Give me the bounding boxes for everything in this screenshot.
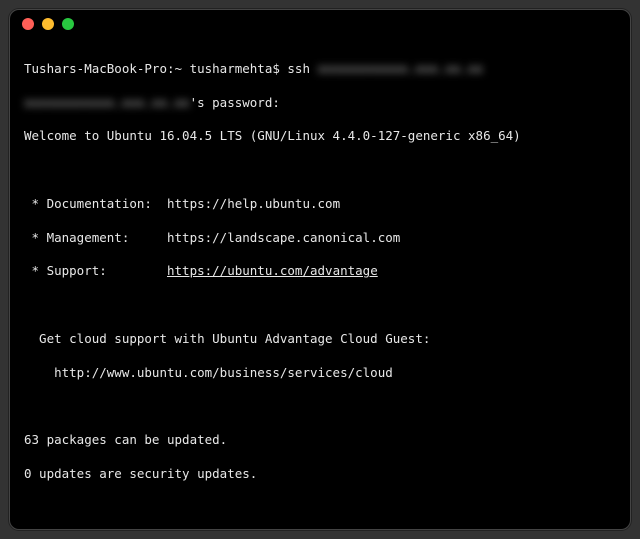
doc-url: https://help.ubuntu.com (167, 196, 340, 211)
cloud-line-2: http://www.ubuntu.com/business/services/… (24, 365, 616, 382)
support-label: * Support: (24, 263, 167, 278)
doc-label: * Documentation: (24, 196, 167, 211)
cloud-line-1: Get cloud support with Ubuntu Advantage … (24, 331, 616, 348)
password-suffix: 's password: (190, 95, 280, 110)
packages-line-2: 0 updates are security updates. (24, 466, 616, 483)
terminal-window: Tushars-MacBook-Pro:~ tusharmehta$ ssh x… (9, 9, 631, 530)
password-host-redacted: xxxxxxxxxxxx.xxx.xx.xx (24, 95, 190, 110)
ssh-command: ssh (287, 61, 317, 76)
welcome-line: Welcome to Ubuntu 16.04.5 LTS (GNU/Linux… (24, 128, 616, 145)
zoom-icon[interactable] (62, 18, 74, 30)
close-icon[interactable] (22, 18, 34, 30)
window-titlebar (10, 10, 630, 38)
packages-line-1: 63 packages can be updated. (24, 432, 616, 449)
ssh-target-redacted: xxxxxxxxxxxx.xxx.xx.xx (318, 61, 484, 76)
mgmt-url: https://landscape.canonical.com (167, 230, 400, 245)
minimize-icon[interactable] (42, 18, 54, 30)
local-prompt: Tushars-MacBook-Pro:~ tusharmehta$ (24, 61, 287, 76)
mgmt-label: * Management: (24, 230, 167, 245)
support-url[interactable]: https://ubuntu.com/advantage (167, 263, 378, 278)
terminal-pane-top[interactable]: Tushars-MacBook-Pro:~ tusharmehta$ ssh x… (10, 38, 630, 530)
